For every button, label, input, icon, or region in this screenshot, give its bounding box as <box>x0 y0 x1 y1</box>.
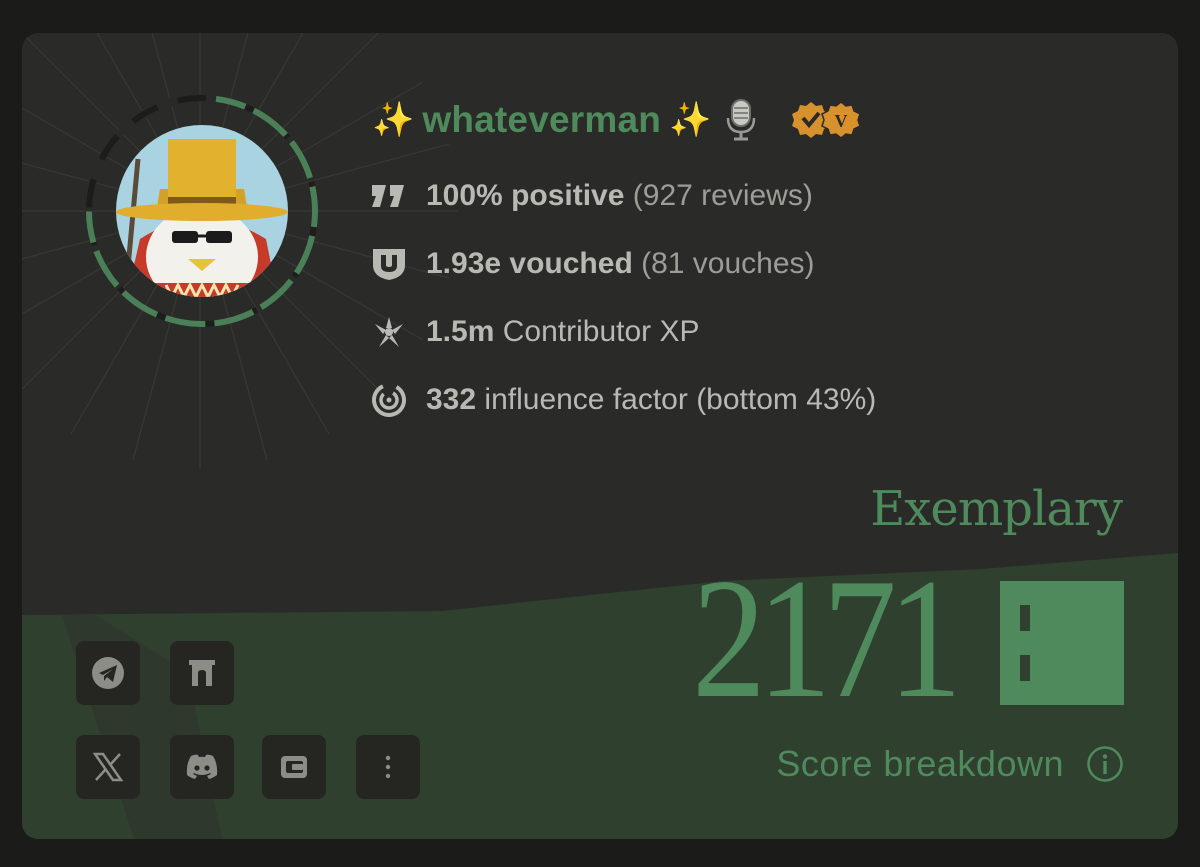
score-level-icon <box>1000 581 1124 705</box>
svg-text:V: V <box>835 111 848 131</box>
more-options-icon <box>385 755 391 779</box>
x-button[interactable] <box>76 735 140 799</box>
score-value: 2171 <box>692 544 962 734</box>
sparkles-icon: ✨ <box>669 100 712 140</box>
score-level: Exemplary <box>870 481 1123 537</box>
x-icon <box>92 752 124 782</box>
wallet-button[interactable] <box>262 735 326 799</box>
vouches-value: 1.93e vouched <box>426 247 633 280</box>
profile-name-row: ✨ whateverman ✨ V <box>372 95 863 145</box>
profile-card: ✨ whateverman ✨ V 100% positive (927 rev… <box>22 33 1178 839</box>
reviews-count: (927 reviews) <box>632 179 813 212</box>
avatar[interactable] <box>80 89 324 333</box>
influence-value: 332 <box>426 383 477 416</box>
reviews-value: 100% positive <box>426 179 625 212</box>
reviews-icon <box>372 185 404 207</box>
score-breakdown-link[interactable]: Score breakdown <box>776 743 1064 785</box>
farcaster-button[interactable] <box>170 641 234 705</box>
discord-icon <box>186 754 218 779</box>
contributor-xp-icon <box>375 317 403 347</box>
microphone-icon <box>727 99 756 141</box>
stat-contributor-xp[interactable]: 1.5m Contributor XP <box>370 312 700 352</box>
stat-influence[interactable]: 332 influence factor (bottom 43%) <box>370 380 876 420</box>
vouch-shield-icon <box>373 249 405 280</box>
stat-reviews[interactable]: 100% positive (927 reviews) <box>370 176 813 216</box>
more-options-button[interactable] <box>356 735 420 799</box>
sparkles-icon: ✨ <box>372 100 415 140</box>
influence-label: influence factor (bottom 43%) <box>484 383 877 416</box>
telegram-button[interactable] <box>76 641 140 705</box>
influence-icon <box>372 383 406 417</box>
vouches-count: (81 vouches) <box>641 247 815 280</box>
stat-vouches[interactable]: 1.93e vouched (81 vouches) <box>370 244 815 284</box>
discord-button[interactable] <box>170 735 234 799</box>
info-icon[interactable] <box>1086 745 1124 783</box>
profile-name[interactable]: whateverman <box>422 99 661 141</box>
avatar-ring <box>85 94 319 328</box>
xp-label: Contributor XP <box>502 315 700 348</box>
farcaster-icon <box>189 660 215 686</box>
xp-value: 1.5m <box>426 315 495 348</box>
telegram-icon <box>92 657 124 689</box>
verified-badge-icon[interactable]: V <box>789 98 863 142</box>
wallet-icon <box>281 756 307 778</box>
